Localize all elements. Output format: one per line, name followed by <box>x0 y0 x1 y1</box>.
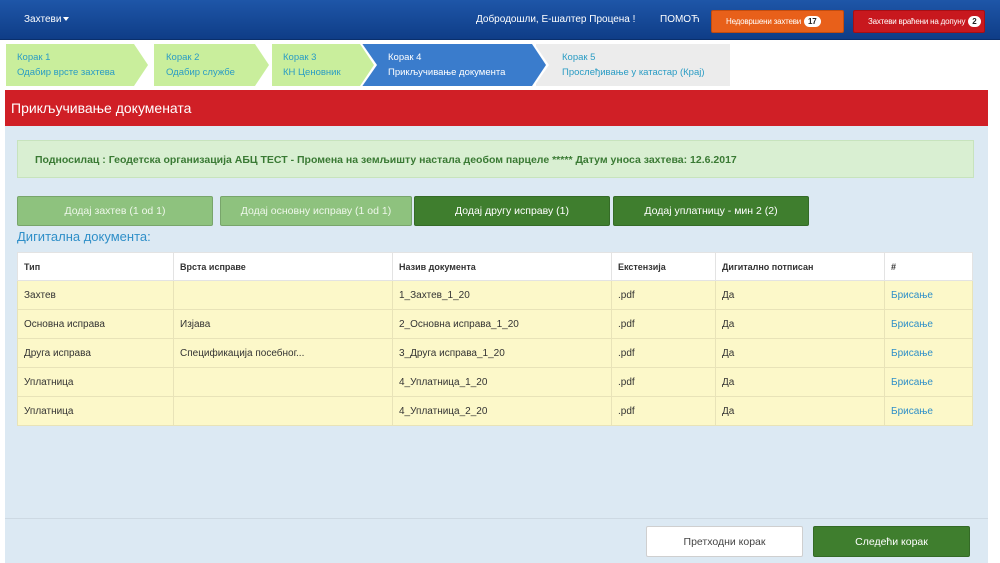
add-basic-document-button[interactable]: Додај основну исправу (1 od 1) <box>220 196 412 226</box>
returned-count-badge: 2 <box>968 16 981 27</box>
cell-extension: .pdf <box>611 367 716 397</box>
applicant-info: Подносилац : Геодетска организација АБЦ … <box>17 140 974 178</box>
cell-signed: Да <box>715 338 885 368</box>
cell-signed: Да <box>715 396 885 426</box>
cell-doc-kind: Спецификација посебног... <box>173 338 393 368</box>
cell-type: Основна исправа <box>17 309 174 339</box>
column-header-type: Тип <box>17 252 174 281</box>
step-number: Корак 1 <box>17 52 51 63</box>
cell-extension: .pdf <box>611 309 716 339</box>
cell-doc-name: 4_Уплатница_1_20 <box>392 367 612 397</box>
step-5[interactable]: Корак 5 Прослеђивање у катастар (Крај) <box>536 44 730 86</box>
step-label: Одабир врсте захтева <box>17 67 115 78</box>
delete-link[interactable]: Брисање <box>884 280 973 310</box>
wizard-steps: Корак 1 Одабир врсте захтева Корак 2 Ода… <box>6 42 996 88</box>
delete-link[interactable]: Брисање <box>884 396 973 426</box>
cell-doc-kind <box>173 396 393 426</box>
add-other-document-button[interactable]: Додај другу исправу (1) <box>414 196 610 226</box>
cell-extension: .pdf <box>611 280 716 310</box>
returned-requests-button[interactable]: Захтеви враћени на допуну 2 <box>853 10 985 33</box>
column-header-signed: Дигитално потписан <box>715 252 885 281</box>
step-label: Одабир службе <box>166 67 235 78</box>
cell-doc-name: 2_Основна исправа_1_20 <box>392 309 612 339</box>
cell-doc-kind <box>173 280 393 310</box>
cell-type: Друга исправа <box>17 338 174 368</box>
returned-requests-label: Захтеви враћени на допуну <box>868 17 966 26</box>
cell-extension: .pdf <box>611 396 716 426</box>
cell-extension: .pdf <box>611 338 716 368</box>
step-2[interactable]: Корак 2 Одабир службе <box>154 42 272 88</box>
step-label: КН Ценовник <box>283 67 341 78</box>
top-navbar: Захтеви Добродошли, Е-шалтер Процена ! П… <box>0 0 1000 40</box>
table-row: Уплатница 4_Уплатница_1_20 .pdf Да Бриса… <box>17 367 973 397</box>
cell-doc-kind <box>173 367 393 397</box>
table-row: Захтев 1_Захтев_1_20 .pdf Да Брисање <box>17 280 973 310</box>
cell-doc-name: 4_Уплатница_2_20 <box>392 396 612 426</box>
requests-menu[interactable]: Захтеви <box>24 14 70 25</box>
documents-table: Тип Врста исправе Назив документа Екстен… <box>17 252 973 426</box>
requests-menu-label[interactable]: Захтеви <box>24 14 61 25</box>
step-number: Корак 3 <box>283 52 317 63</box>
next-step-button[interactable]: Следећи корак <box>813 526 970 557</box>
welcome-text: Добродошли, Е-шалтер Процена ! <box>476 14 636 25</box>
pending-requests-button[interactable]: Недовршени захтеви 17 <box>711 10 844 33</box>
delete-link[interactable]: Брисање <box>884 338 973 368</box>
step-label: Прикључивање документа <box>388 67 506 78</box>
cell-type: Уплатница <box>17 396 174 426</box>
cell-signed: Да <box>715 367 885 397</box>
caret-down-icon[interactable] <box>63 17 70 22</box>
cell-doc-kind: Изјава <box>173 309 393 339</box>
previous-step-button[interactable]: Претходни корак <box>646 526 803 557</box>
attach-documents-panel: Прикључивање докумената Подносилац : Гео… <box>5 90 988 563</box>
cell-doc-name: 1_Захтев_1_20 <box>392 280 612 310</box>
help-link[interactable]: ПОМОЋ <box>660 14 700 25</box>
step-1[interactable]: Корак 1 Одабир врсте захтева <box>6 42 151 88</box>
table-row: Друга исправа Спецификација посебног... … <box>17 338 973 368</box>
section-title: Дигитална документа: <box>17 229 151 244</box>
cell-signed: Да <box>715 309 885 339</box>
add-request-button[interactable]: Додај захтев (1 od 1) <box>17 196 213 226</box>
cell-doc-name: 3_Друга исправа_1_20 <box>392 338 612 368</box>
cell-signed: Да <box>715 280 885 310</box>
step-label: Прослеђивање у катастар (Крај) <box>562 67 705 78</box>
footer-divider <box>5 518 988 519</box>
add-payment-slip-button[interactable]: Додај уплатницу - мин 2 (2) <box>613 196 809 226</box>
table-row: Основна исправа Изјава 2_Основна исправа… <box>17 309 973 339</box>
table-row: Уплатница 4_Уплатница_2_20 .pdf Да Бриса… <box>17 396 973 426</box>
column-header-actions: # <box>884 252 973 281</box>
delete-link[interactable]: Брисање <box>884 367 973 397</box>
cell-type: Уплатница <box>17 367 174 397</box>
pending-count-badge: 17 <box>804 16 821 27</box>
step-number: Корак 4 <box>388 52 422 63</box>
cell-type: Захтев <box>17 280 174 310</box>
column-header-extension: Екстензија <box>611 252 716 281</box>
step-number: Корак 2 <box>166 52 200 63</box>
panel-title: Прикључивање докумената <box>5 90 988 126</box>
step-4[interactable]: Корак 4 Прикључивање документа <box>362 42 549 88</box>
step-3[interactable]: Корак 3 КН Ценовник <box>272 42 377 88</box>
column-header-doc-name: Назив документа <box>392 252 612 281</box>
column-header-doc-kind: Врста исправе <box>173 252 393 281</box>
pending-requests-label: Недовршени захтеви <box>726 17 802 26</box>
table-header-row: Тип Врста исправе Назив документа Екстен… <box>17 252 973 281</box>
step-number: Корак 5 <box>562 52 596 63</box>
delete-link[interactable]: Брисање <box>884 309 973 339</box>
